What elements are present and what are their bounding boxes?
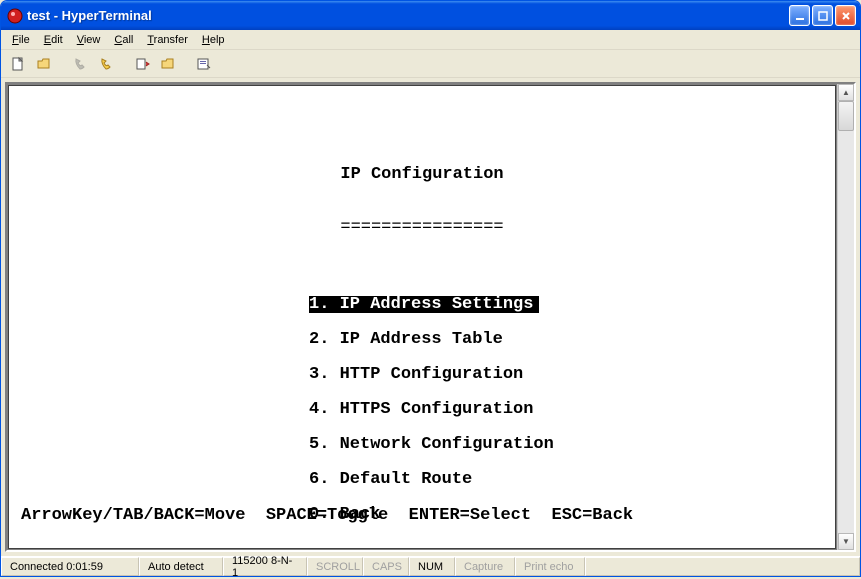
scroll-down-button[interactable]: ▼: [838, 533, 854, 550]
close-button[interactable]: [835, 5, 856, 26]
phone-connect-icon[interactable]: [69, 53, 91, 75]
menu-option-6[interactable]: 6. Default Route: [309, 471, 825, 506]
menu-option-label: 6. Default Route: [309, 471, 472, 488]
menu-transfer[interactable]: Transfer: [140, 32, 195, 48]
maximize-button[interactable]: [812, 5, 833, 26]
status-port: 115200 8-N-1: [223, 557, 307, 576]
status-caps: CAPS: [363, 557, 409, 576]
open-folder-icon[interactable]: [33, 53, 55, 75]
app-window: test - HyperTerminal File Edit View Call…: [0, 0, 861, 577]
send-file-icon[interactable]: [131, 53, 153, 75]
status-scroll: SCROLL: [307, 557, 363, 576]
status-printecho: Print echo: [515, 557, 585, 576]
menu-option-3[interactable]: 3. HTTP Configuration: [309, 366, 825, 401]
phone-disconnect-icon[interactable]: [95, 53, 117, 75]
terminal[interactable]: IP Configuration ================ 1. IP …: [8, 85, 836, 549]
menu-option-1[interactable]: 1. IP Address Settings: [309, 296, 825, 331]
receive-file-icon[interactable]: [157, 53, 179, 75]
status-capture: Capture: [455, 557, 515, 576]
menu-file[interactable]: File: [5, 32, 37, 48]
app-icon: [7, 8, 23, 24]
statusbar: Connected 0:01:59 Auto detect 115200 8-N…: [1, 556, 860, 576]
terminal-content: IP Configuration ================ 1. IP …: [9, 86, 835, 548]
menu-option-2[interactable]: 2. IP Address Table: [309, 331, 825, 366]
new-file-icon[interactable]: [7, 53, 29, 75]
menu-option-4[interactable]: 4. HTTPS Configuration: [309, 401, 825, 436]
help-line: ArrowKey/TAB/BACK=Move SPACE=Toggle ENTE…: [21, 507, 633, 524]
menu-call[interactable]: Call: [107, 32, 140, 48]
menu-option-label: 4. HTTPS Configuration: [309, 401, 533, 418]
menu-help[interactable]: Help: [195, 32, 232, 48]
vertical-scrollbar[interactable]: ▲ ▼: [837, 84, 854, 550]
scroll-up-button[interactable]: ▲: [838, 84, 854, 101]
screen-underline: ================: [19, 219, 825, 236]
minimize-button[interactable]: [789, 5, 810, 26]
terminal-frame: IP Configuration ================ 1. IP …: [5, 82, 856, 552]
status-num: NUM: [409, 557, 455, 576]
toolbar: [1, 50, 860, 78]
menu-option-label: 5. Network Configuration: [309, 436, 554, 453]
status-autodetect: Auto detect: [139, 557, 223, 576]
menu-option-label: 3. HTTP Configuration: [309, 366, 523, 383]
menubar: File Edit View Call Transfer Help: [1, 30, 860, 50]
menu-option-label: 1. IP Address Settings: [309, 296, 539, 313]
scroll-thumb[interactable]: [838, 101, 854, 131]
window-controls: [789, 5, 856, 26]
menu-view[interactable]: View: [70, 32, 108, 48]
titlebar[interactable]: test - HyperTerminal: [1, 1, 860, 30]
status-spacer: [585, 557, 860, 576]
menu-option-5[interactable]: 5. Network Configuration: [309, 436, 825, 471]
window-title: test - HyperTerminal: [27, 8, 789, 23]
menu-edit[interactable]: Edit: [37, 32, 70, 48]
screen-title: IP Configuration: [19, 166, 825, 183]
status-connection: Connected 0:01:59: [1, 557, 139, 576]
client-area: IP Configuration ================ 1. IP …: [1, 78, 860, 556]
menu-option-label: 2. IP Address Table: [309, 331, 503, 348]
menu-list: 1. IP Address Settings 2. IP Address Tabl…: [309, 296, 825, 541]
properties-icon[interactable]: [193, 53, 215, 75]
